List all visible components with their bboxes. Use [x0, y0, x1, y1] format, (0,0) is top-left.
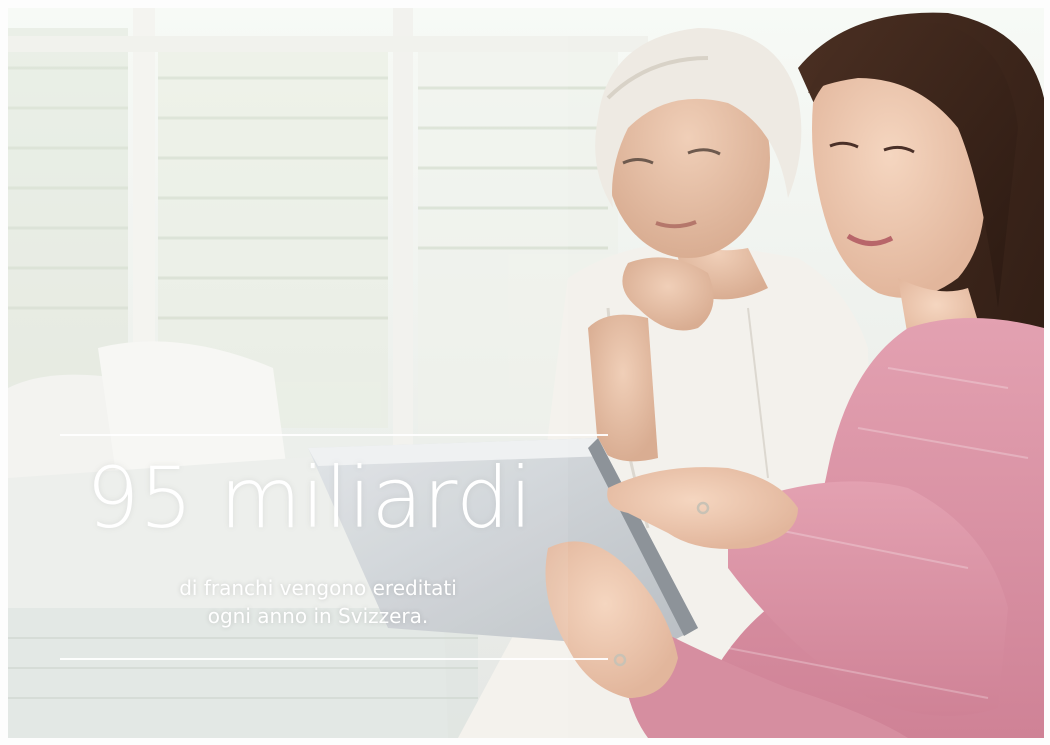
- caption-line-2: ogni anno in Svizzera.: [207, 604, 429, 628]
- divider-bottom: [60, 658, 608, 660]
- divider-top: [60, 434, 608, 436]
- caption-line-1: di franchi vengono ereditati: [179, 576, 457, 600]
- background-photo: 95 miliardi di franchi vengono ereditati…: [8, 8, 1044, 738]
- image-frame: 95 miliardi di franchi vengono ereditati…: [0, 0, 1050, 745]
- headline-amount: 95 miliardi: [86, 449, 533, 547]
- caption-text: di franchi vengono ereditati ogni anno i…: [108, 574, 528, 630]
